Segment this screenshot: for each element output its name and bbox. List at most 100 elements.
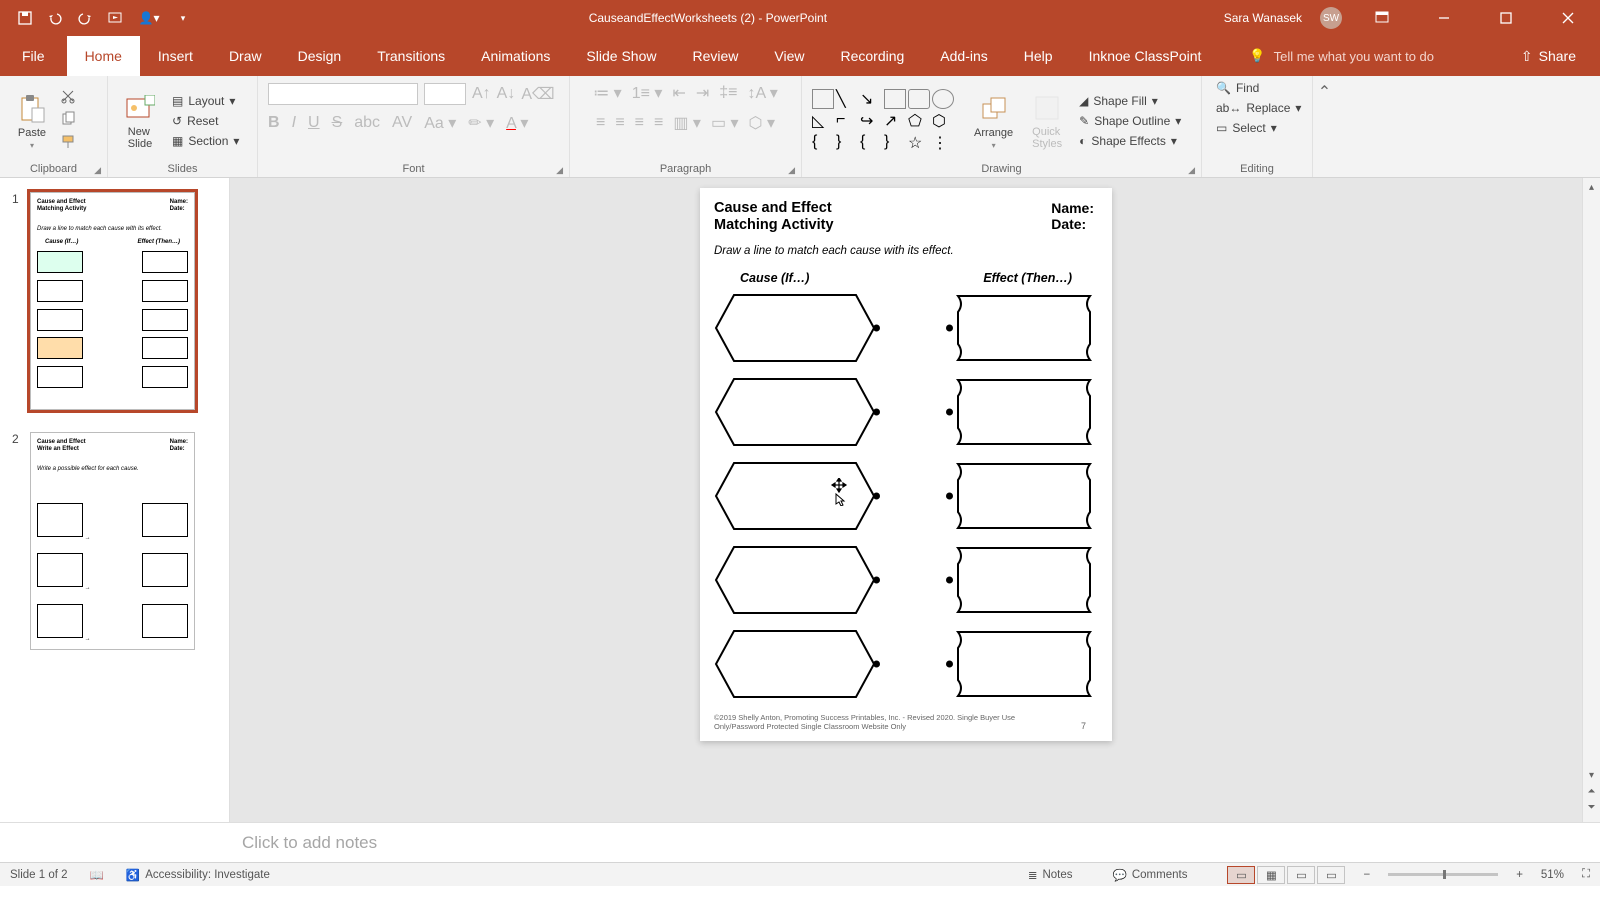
- text-shadow-button[interactable]: abc: [354, 114, 380, 132]
- section-button[interactable]: ▦Section ▾: [168, 132, 243, 150]
- align-text-icon[interactable]: ▭ ▾: [711, 113, 739, 133]
- tell-me-search[interactable]: 💡 Tell me what you want to do: [1249, 36, 1434, 76]
- ribbon-display-icon[interactable]: [1360, 0, 1404, 36]
- text-highlight-button[interactable]: ✏ ▾: [468, 113, 494, 133]
- decrease-font-icon[interactable]: A↓: [497, 85, 516, 103]
- bold-button[interactable]: B: [268, 114, 280, 132]
- undo-icon[interactable]: [46, 9, 64, 27]
- quick-styles-button[interactable]: Quick Styles: [1025, 90, 1069, 152]
- tab-review[interactable]: Review: [674, 36, 756, 76]
- maximize-icon[interactable]: [1484, 0, 1528, 36]
- font-family-input[interactable]: [268, 83, 418, 105]
- copy-icon[interactable]: [60, 111, 76, 132]
- decrease-indent-icon[interactable]: ⇤: [672, 83, 685, 103]
- scroll-down-icon[interactable]: ▾: [1589, 770, 1594, 786]
- numbering-button[interactable]: 1≡ ▾: [632, 83, 663, 103]
- select-button[interactable]: ▭Select ▾: [1212, 119, 1281, 137]
- tab-home[interactable]: Home: [67, 36, 140, 76]
- shape-fill-button[interactable]: ◢Shape Fill ▾: [1075, 92, 1185, 110]
- close-icon[interactable]: [1546, 0, 1590, 36]
- find-button[interactable]: 🔍Find: [1212, 79, 1263, 97]
- change-case-button[interactable]: Aa ▾: [424, 113, 456, 133]
- shape-outline-button[interactable]: ✎Shape Outline ▾: [1075, 112, 1185, 130]
- tab-draw[interactable]: Draw: [211, 36, 280, 76]
- format-painter-icon[interactable]: [60, 134, 76, 155]
- dialog-launcher-icon[interactable]: ◢: [788, 165, 795, 176]
- font-color-button[interactable]: A ▾: [506, 113, 528, 133]
- dialog-launcher-icon[interactable]: ◢: [556, 165, 563, 176]
- touch-mode-icon[interactable]: 👤▾: [136, 9, 162, 27]
- comments-toggle[interactable]: 💬Comments: [1113, 868, 1188, 882]
- align-center-icon[interactable]: ≡: [615, 114, 624, 132]
- tab-insert[interactable]: Insert: [140, 36, 211, 76]
- bullets-button[interactable]: ≔ ▾: [593, 83, 621, 103]
- slide-counter[interactable]: Slide 1 of 2: [10, 869, 68, 881]
- tab-help[interactable]: Help: [1006, 36, 1071, 76]
- reading-view-icon[interactable]: ▭: [1287, 866, 1315, 884]
- text-direction-icon[interactable]: ↕A ▾: [747, 83, 777, 103]
- dialog-launcher-icon[interactable]: ◢: [94, 165, 101, 176]
- minimize-icon[interactable]: [1422, 0, 1466, 36]
- tab-animations[interactable]: Animations: [463, 36, 568, 76]
- save-icon[interactable]: [16, 9, 34, 27]
- tab-file[interactable]: File: [0, 36, 67, 76]
- increase-indent-icon[interactable]: ⇥: [696, 83, 709, 103]
- redo-icon[interactable]: [76, 9, 94, 27]
- align-right-icon[interactable]: ≡: [635, 114, 644, 132]
- zoom-level[interactable]: 51%: [1541, 869, 1564, 881]
- char-spacing-button[interactable]: AV: [392, 114, 412, 132]
- columns-icon[interactable]: ▥ ▾: [673, 113, 701, 133]
- reset-button[interactable]: ↺Reset: [168, 112, 243, 130]
- slide-editor[interactable]: Cause and Effect Matching Activity Name:…: [230, 178, 1582, 822]
- layout-button[interactable]: ▤Layout ▾: [168, 92, 243, 110]
- italic-button[interactable]: I: [292, 114, 296, 132]
- fit-to-window-icon[interactable]: ⛶: [1582, 868, 1590, 881]
- accessibility-status[interactable]: ♿Accessibility: Investigate: [126, 868, 270, 882]
- slide-canvas[interactable]: Cause and Effect Matching Activity Name:…: [700, 188, 1112, 741]
- cut-icon[interactable]: [60, 88, 76, 109]
- smartart-icon[interactable]: ⬡ ▾: [749, 113, 775, 133]
- zoom-in-icon[interactable]: +: [1516, 869, 1523, 881]
- new-slide-button[interactable]: New Slide: [118, 90, 162, 152]
- thumbnail-2[interactable]: 2 Cause and Effect Write an Effect Name:…: [12, 432, 217, 650]
- scroll-up-icon[interactable]: ▴: [1589, 182, 1594, 198]
- spell-check-icon[interactable]: 📖: [90, 868, 104, 882]
- notes-toggle[interactable]: ≣Notes: [1028, 868, 1073, 882]
- prev-slide-icon[interactable]: ⏶: [1588, 786, 1596, 802]
- tab-view[interactable]: View: [756, 36, 822, 76]
- notes-pane[interactable]: Click to add notes: [0, 822, 1600, 862]
- strikethrough-button[interactable]: S: [332, 114, 343, 132]
- clear-formatting-icon[interactable]: A⌫: [521, 84, 554, 104]
- align-left-icon[interactable]: ≡: [596, 114, 605, 132]
- vertical-scrollbar[interactable]: ▴ ▾ ⏶ ⏷: [1582, 178, 1600, 822]
- tab-inknoe-classpoint[interactable]: Inknoe ClassPoint: [1071, 36, 1220, 76]
- justify-icon[interactable]: ≡: [654, 114, 663, 132]
- shape-effects-button[interactable]: ◐Shape Effects ▾: [1075, 132, 1185, 150]
- arrange-button[interactable]: Arrange▾: [968, 91, 1019, 152]
- increase-font-icon[interactable]: A↑: [472, 85, 491, 103]
- tab-slide-show[interactable]: Slide Show: [568, 36, 674, 76]
- user-name[interactable]: Sara Wanasek: [1224, 11, 1302, 25]
- share-button[interactable]: ⇧ Share: [1497, 36, 1600, 76]
- collapse-ribbon-icon[interactable]: ⌃: [1312, 76, 1336, 177]
- start-from-beginning-icon[interactable]: [106, 9, 124, 27]
- slideshow-view-icon[interactable]: ▭: [1317, 866, 1345, 884]
- thumbnail-1[interactable]: 1 Cause and Effect Matching Activity Nam…: [12, 192, 217, 410]
- replace-button[interactable]: ab↔Replace ▾: [1212, 99, 1305, 117]
- next-slide-icon[interactable]: ⏷: [1588, 802, 1596, 818]
- slide-sorter-icon[interactable]: ▦: [1257, 866, 1285, 884]
- tab-addins[interactable]: Add-ins: [922, 36, 1005, 76]
- paste-button[interactable]: Paste ▾: [10, 91, 54, 152]
- font-size-input[interactable]: [424, 83, 466, 105]
- user-avatar[interactable]: SW: [1320, 7, 1342, 29]
- tab-transitions[interactable]: Transitions: [359, 36, 463, 76]
- zoom-out-icon[interactable]: −: [1363, 869, 1370, 881]
- underline-button[interactable]: U: [308, 114, 320, 132]
- zoom-slider[interactable]: [1388, 873, 1498, 876]
- shapes-gallery[interactable]: ╲↘ ◺⌐↪↗⬠⬡ {}{}☆⋮: [812, 89, 962, 153]
- tab-design[interactable]: Design: [280, 36, 360, 76]
- dialog-launcher-icon[interactable]: ◢: [1188, 165, 1195, 176]
- qat-customize-icon[interactable]: ▾: [174, 9, 192, 27]
- normal-view-icon[interactable]: ▭: [1227, 866, 1255, 884]
- tab-recording[interactable]: Recording: [822, 36, 922, 76]
